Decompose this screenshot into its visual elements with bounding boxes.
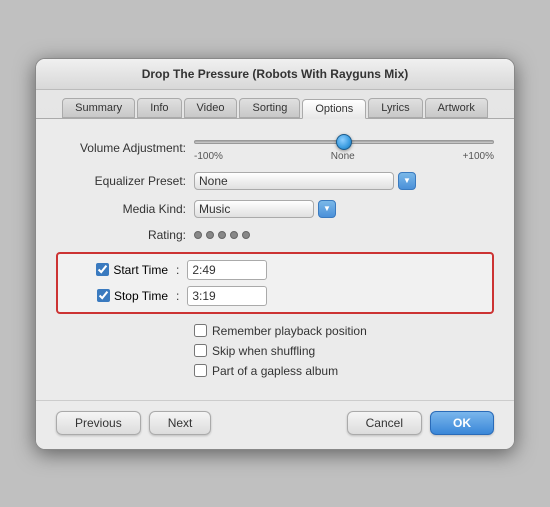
equalizer-label: Equalizer Preset: <box>56 174 186 188</box>
button-bar: Previous Next Cancel OK <box>36 400 514 449</box>
stop-time-row: Stop Time : <box>68 286 482 306</box>
previous-button[interactable]: Previous <box>56 411 141 435</box>
slider-min-label: -100% <box>194 151 223 162</box>
options-content: Volume Adjustment: -100% None +100% Equa… <box>36 118 514 400</box>
start-time-label[interactable]: Start Time <box>113 263 168 277</box>
remember-playback-checkbox[interactable] <box>194 324 207 337</box>
media-kind-select[interactable]: Music Movie TV Show Podcast Audiobook <box>194 200 314 218</box>
title-bar: Drop The Pressure (Robots With Rayguns M… <box>36 59 514 90</box>
volume-label: Volume Adjustment: <box>56 141 186 155</box>
media-kind-row: Media Kind: Music Movie TV Show Podcast … <box>56 200 494 218</box>
skip-shuffling-row: Skip when shuffling <box>56 344 494 358</box>
rating-dot-5[interactable] <box>242 231 250 239</box>
equalizer-select-container: None Acoustic Bass Booster Classical Dan… <box>194 172 416 190</box>
button-group-right: Cancel OK <box>347 411 494 435</box>
slider-labels: -100% None +100% <box>194 151 494 162</box>
rating-dot-4[interactable] <box>230 231 238 239</box>
equalizer-select[interactable]: None Acoustic Bass Booster Classical Dan… <box>194 172 394 190</box>
tab-summary[interactable]: Summary <box>62 98 135 118</box>
button-group-left: Previous Next <box>56 411 211 435</box>
rating-label: Rating: <box>56 228 186 242</box>
next-button[interactable]: Next <box>149 411 212 435</box>
window-title: Drop The Pressure (Robots With Rayguns M… <box>142 67 409 81</box>
stop-time-checkbox[interactable] <box>97 289 110 302</box>
volume-slider-track[interactable] <box>194 135 494 149</box>
slider-thumb[interactable] <box>336 134 352 150</box>
skip-shuffling-label[interactable]: Skip when shuffling <box>194 344 315 358</box>
start-time-colon: : <box>176 263 179 277</box>
stop-time-input[interactable] <box>187 286 267 306</box>
tab-info[interactable]: Info <box>137 98 181 118</box>
media-kind-select-container: Music Movie TV Show Podcast Audiobook <box>194 200 336 218</box>
stop-time-label[interactable]: Stop Time <box>114 289 168 303</box>
tab-options[interactable]: Options <box>302 99 366 119</box>
slider-max-label: +100% <box>463 151 494 162</box>
start-time-row: Start Time : <box>68 260 482 280</box>
gapless-album-row: Part of a gapless album <box>56 364 494 378</box>
rating-row: Rating: <box>56 228 494 242</box>
gapless-album-label[interactable]: Part of a gapless album <box>194 364 338 378</box>
stop-time-checkbox-label: Stop Time <box>68 289 168 303</box>
dialog-window: Drop The Pressure (Robots With Rayguns M… <box>35 58 515 450</box>
equalizer-select-arrow[interactable] <box>398 172 416 190</box>
ok-button[interactable]: OK <box>430 411 494 435</box>
gapless-album-checkbox[interactable] <box>194 364 207 377</box>
skip-shuffling-checkbox[interactable] <box>194 344 207 357</box>
slider-mid-label: None <box>331 151 355 162</box>
volume-adjustment-row: Volume Adjustment: -100% None +100% <box>56 135 494 162</box>
rating-dot-3[interactable] <box>218 231 226 239</box>
time-highlight-box: Start Time : Stop Time : <box>56 252 494 314</box>
tab-bar: Summary Info Video Sorting Options Lyric… <box>36 90 514 118</box>
tab-artwork[interactable]: Artwork <box>425 98 488 118</box>
rating-dot-2[interactable] <box>206 231 214 239</box>
start-time-checkbox-label: Start Time <box>68 263 168 277</box>
start-time-input[interactable] <box>187 260 267 280</box>
remember-playback-label[interactable]: Remember playback position <box>194 324 367 338</box>
media-kind-select-arrow[interactable] <box>318 200 336 218</box>
stop-time-colon: : <box>176 289 179 303</box>
rating-dots[interactable] <box>194 231 250 239</box>
tab-lyrics[interactable]: Lyrics <box>368 98 422 118</box>
rating-dot-1[interactable] <box>194 231 202 239</box>
cancel-button[interactable]: Cancel <box>347 411 422 435</box>
equalizer-row: Equalizer Preset: None Acoustic Bass Boo… <box>56 172 494 190</box>
remember-playback-row: Remember playback position <box>56 324 494 338</box>
volume-slider-container: -100% None +100% <box>194 135 494 162</box>
tab-video[interactable]: Video <box>184 98 238 118</box>
tab-sorting[interactable]: Sorting <box>239 98 300 118</box>
media-kind-label: Media Kind: <box>56 202 186 216</box>
start-time-checkbox[interactable] <box>96 263 109 276</box>
